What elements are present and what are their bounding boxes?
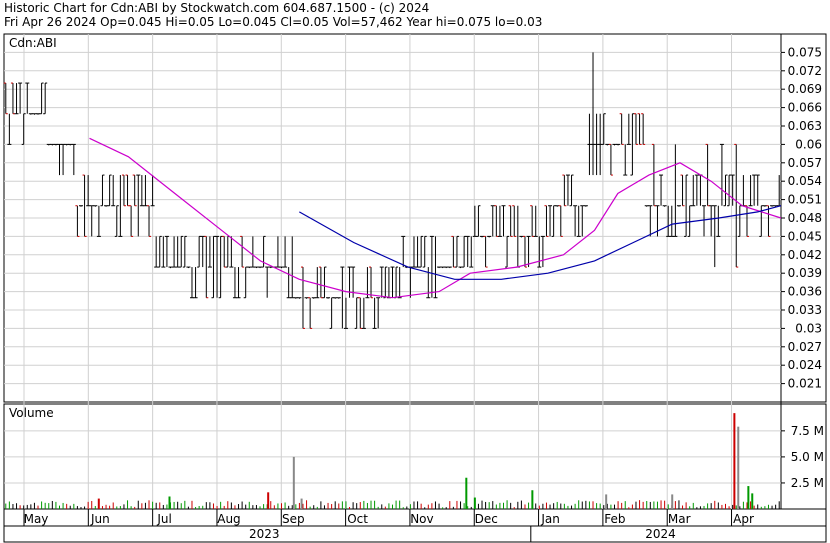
x-tick-label: Aug — [217, 512, 240, 526]
price-bars — [3, 52, 782, 329]
volume-spike — [300, 498, 303, 509]
volume-spike — [733, 413, 736, 509]
year-label: 2023 — [249, 527, 280, 541]
y-tick-label: 0.039 — [788, 266, 822, 280]
y-tick-label: 0.03 — [795, 321, 822, 335]
y-tick-label: 0.075 — [788, 45, 822, 59]
year-label: 2024 — [645, 527, 676, 541]
volume-title: Volume — [9, 406, 54, 420]
stock-chart: Historic Chart for Cdn:ABI by Stockwatch… — [0, 0, 830, 543]
volume-spike — [465, 477, 468, 509]
y-tick-label: 0.021 — [788, 377, 822, 391]
y-tick-label: 0.054 — [788, 174, 822, 188]
y-tick-label: 0.042 — [788, 248, 822, 262]
symbol-label: Cdn:ABI — [9, 36, 57, 50]
volume-spike — [605, 494, 608, 509]
volume-spike — [747, 486, 750, 509]
x-tick-label: Jun — [90, 512, 110, 526]
chart-frames — [3, 33, 827, 543]
axis-labels: May Jun Jul Aug Sep Oct Nov Dec Jan Feb Mar Apr 2023… — [9, 36, 824, 541]
y-tick-label: 0.051 — [788, 193, 822, 207]
volume-tick-label: 5.0 M — [791, 450, 824, 464]
volume-spike — [267, 492, 270, 509]
y-tick-label: 0.027 — [788, 340, 822, 354]
volume-spike — [737, 426, 740, 509]
volume-spike — [671, 494, 674, 509]
y-tick-label: 0.024 — [788, 358, 822, 372]
volume-spike — [292, 456, 295, 509]
y-tick-label: 0.057 — [788, 156, 822, 170]
y-tick-label: 0.063 — [788, 119, 822, 133]
x-tick-label: Nov — [410, 512, 433, 526]
chart-svg: May Jun Jul Aug Sep Oct Nov Dec Jan Feb Mar Apr 2023… — [3, 33, 827, 543]
x-tick-label: Sep — [282, 512, 305, 526]
ma-long-line — [299, 205, 782, 280]
y-tick-label: 0.072 — [788, 64, 822, 78]
y-tick-label: 0.045 — [788, 229, 822, 243]
x-tick-label: Oct — [347, 512, 368, 526]
y-tick-label: 0.066 — [788, 101, 822, 115]
volume-spike — [168, 496, 171, 509]
volume-tick-label: 7.5 M — [791, 424, 824, 438]
volume-bars — [5, 413, 780, 509]
volume-spike — [751, 493, 754, 509]
y-tick-label: 0.048 — [788, 211, 822, 225]
x-tick-label: Mar — [668, 512, 691, 526]
y-tick-label: 0.036 — [788, 285, 822, 299]
x-tick-label: May — [24, 512, 49, 526]
x-tick-label: Jul — [156, 512, 171, 526]
x-tick-label: Jan — [540, 512, 560, 526]
volume-spike — [531, 490, 534, 509]
x-tick-label: Feb — [604, 512, 625, 526]
y-tick-label: 0.033 — [788, 303, 822, 317]
volume-spike — [473, 497, 476, 509]
volume-spike — [97, 498, 100, 509]
chart-grid — [4, 34, 785, 526]
x-tick-label: Dec — [475, 512, 498, 526]
y-tick-label: 0.069 — [788, 82, 822, 96]
y-tick-label: 0.06 — [795, 137, 822, 151]
volume-tick-label: 2.5 M — [791, 476, 824, 490]
x-tick-label: Apr — [733, 512, 754, 526]
